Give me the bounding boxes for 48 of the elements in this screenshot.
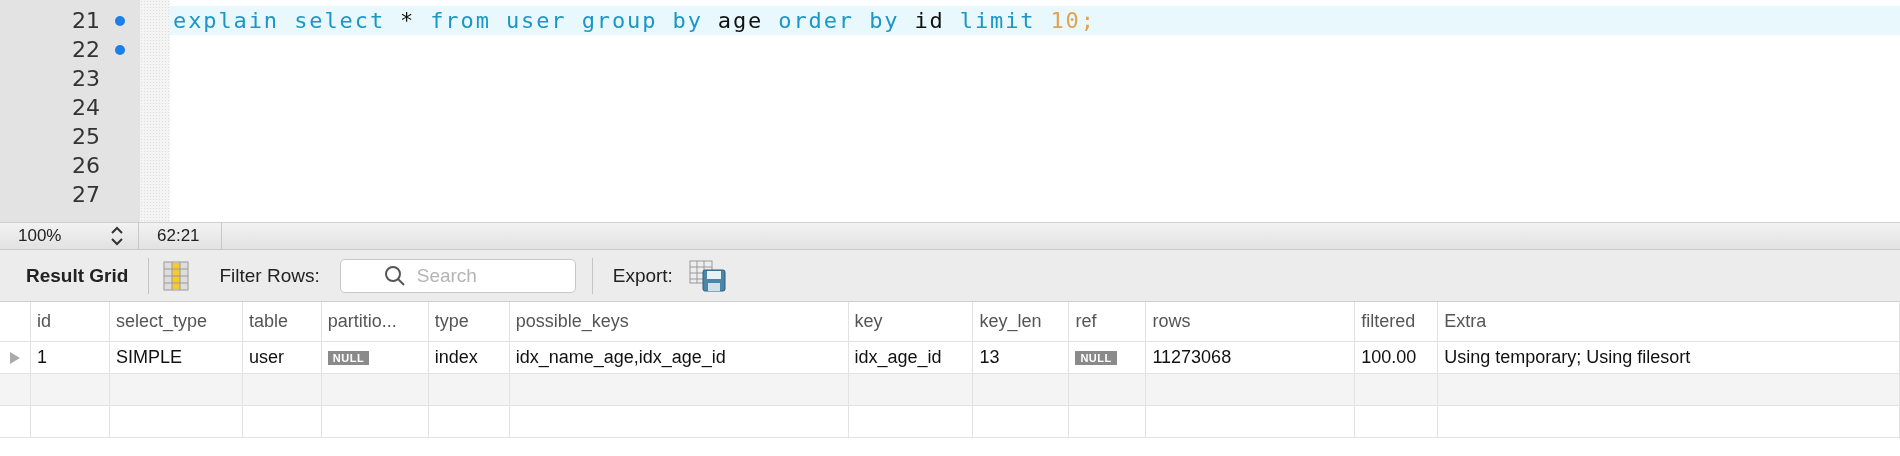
- line-number: 27: [71, 182, 100, 207]
- cursor-position: 62:21: [156, 226, 201, 246]
- line-number: 23: [71, 66, 100, 91]
- line-number: 24: [71, 95, 100, 120]
- line-number: 22: [71, 37, 100, 62]
- search-field[interactable]: Search: [339, 258, 576, 293]
- code-token: order by: [778, 8, 900, 33]
- code-token: id: [914, 8, 945, 33]
- column-header[interactable]: type: [428, 302, 510, 341]
- column-header[interactable]: Extra: [1438, 302, 1900, 341]
- code-token: limit: [959, 8, 1036, 33]
- table-cell: 1: [37, 347, 47, 368]
- column-header[interactable]: key_len: [973, 302, 1070, 341]
- column-header[interactable]: id: [31, 302, 110, 341]
- line-number: 21: [71, 8, 100, 33]
- column-header[interactable]: ref: [1069, 302, 1147, 341]
- stepper-icon[interactable]: [110, 225, 124, 247]
- export-label: Export:: [612, 264, 673, 287]
- column-header[interactable]: table: [242, 302, 322, 341]
- table-cell: index: [434, 347, 478, 368]
- table-cell: 13: [979, 347, 1000, 368]
- column-header[interactable]: possible_keys: [509, 302, 849, 341]
- result-grid-label: Result Grid: [25, 264, 129, 287]
- line-number: 25: [71, 124, 100, 149]
- code-token: explain select: [173, 8, 386, 33]
- column-header[interactable]: filtered: [1355, 302, 1439, 341]
- column-header[interactable]: key: [848, 302, 974, 341]
- code-token: 10;: [1050, 8, 1096, 33]
- line-number: 26: [71, 153, 100, 178]
- table-cell: 11273068: [1152, 347, 1232, 368]
- table-cell: Using temporary; Using filesort: [1444, 347, 1691, 368]
- table-cell: SIMPLE: [115, 347, 182, 368]
- filter-rows-label: Filter Rows:: [219, 264, 320, 287]
- column-header[interactable]: partitio...: [321, 302, 429, 341]
- code-token: age: [717, 8, 764, 33]
- table-cell: idx_age_id: [854, 347, 942, 368]
- column-header[interactable]: rows: [1146, 302, 1356, 341]
- zoom-level: 100%: [17, 226, 63, 246]
- null-badge: NULL: [1075, 350, 1117, 365]
- code-token: from user group by: [430, 8, 703, 33]
- table-cell: 100.00: [1361, 347, 1417, 368]
- export-icon[interactable]: [688, 259, 727, 292]
- search-icon: [383, 264, 406, 287]
- null-badge: NULL: [327, 350, 370, 365]
- table-cell: user: [248, 347, 284, 368]
- table-cell: idx_name_age,idx_age_id: [515, 347, 726, 368]
- column-header[interactable]: select_type: [109, 302, 243, 341]
- code-token: *: [400, 8, 416, 33]
